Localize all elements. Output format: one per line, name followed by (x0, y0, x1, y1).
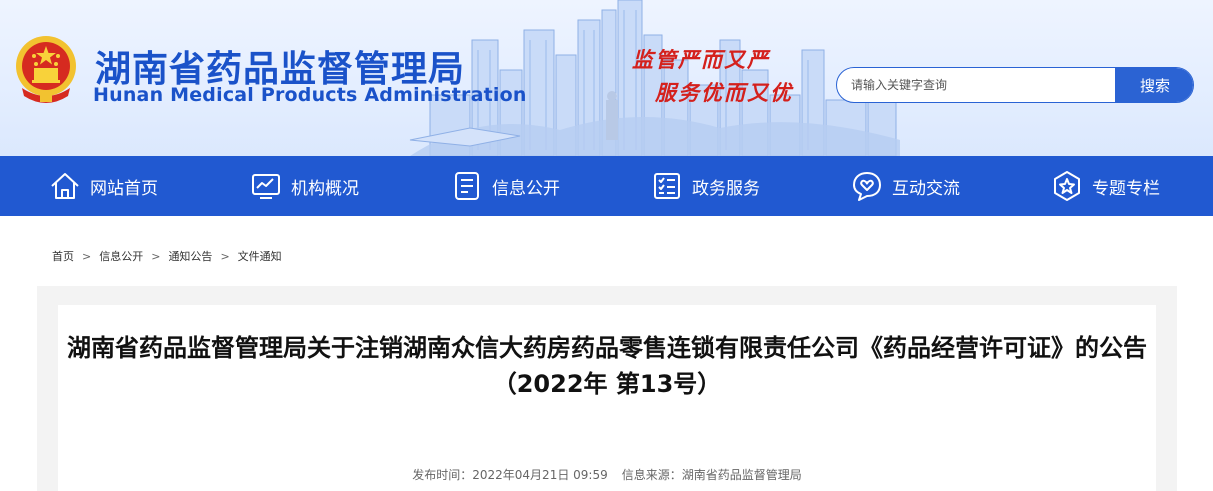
nav-item-label: 政务服务 (692, 178, 760, 199)
publish-time-label: 发布时间： (412, 468, 473, 482)
breadcrumb: 首页 > 信息公开 > 通知公告 > 文件通知 (52, 248, 282, 264)
breadcrumb-info[interactable]: 信息公开 (99, 250, 143, 263)
nav-item-services[interactable]: 政务服务 (650, 156, 760, 216)
header-banner: 湖南省药品监督管理局 Hunan Medical Products Admini… (0, 0, 1213, 156)
publish-time: 2022年04月21日 09:59 (472, 468, 608, 482)
slogan-line-1: 监管严而又严 (632, 47, 770, 72)
breadcrumb-notices[interactable]: 通知公告 (168, 250, 212, 263)
nav-item-home[interactable]: 网站首页 (48, 156, 158, 216)
breadcrumb-separator: > (151, 250, 161, 263)
article-title: 湖南省药品监督管理局关于注销湖南众信大药房药品零售连锁有限责任公司《药品经营许可… (67, 334, 1147, 398)
checklist-icon (654, 173, 680, 199)
nav-item-label: 互动交流 (892, 178, 960, 199)
slogan-line-2: 服务优而又优 (655, 80, 793, 105)
breadcrumb-home[interactable]: 首页 (52, 250, 74, 263)
article-meta: 发布时间：2022年04月21日 09:59 信息来源：湖南省药品监督管理局 (58, 466, 1156, 483)
breadcrumb-separator: > (220, 250, 230, 263)
source: 湖南省药品监督管理局 (681, 468, 802, 482)
nav-item-about[interactable]: 机构概况 (249, 156, 359, 216)
chat-heart-icon (853, 172, 881, 201)
nav-item-interaction[interactable]: 互动交流 (850, 156, 960, 216)
nav-item-label: 信息公开 (492, 178, 560, 199)
search-input[interactable] (837, 68, 1115, 102)
nav-item-topics[interactable]: 专题专栏 (1050, 156, 1160, 216)
site-subtitle: Hunan Medical Products Administration (93, 84, 527, 106)
nav-item-info[interactable]: 信息公开 (450, 156, 560, 216)
document-icon (455, 172, 479, 200)
nav-item-label: 机构概况 (291, 178, 359, 199)
source-label: 信息来源： (621, 468, 682, 482)
nav-item-label: 网站首页 (90, 178, 158, 199)
chart-monitor-icon (252, 174, 280, 199)
breadcrumb-separator: > (82, 250, 92, 263)
national-emblem-icon (16, 36, 76, 103)
search-button[interactable]: 搜索 (1115, 68, 1193, 102)
home-icon (51, 173, 79, 199)
main-nav: 网站首页 机构概况 信息公开 政务服务 互动交流 专题专栏 (0, 156, 1213, 216)
star-badge-icon (1054, 171, 1080, 201)
breadcrumb-documents[interactable]: 文件通知 (238, 250, 282, 263)
nav-item-label: 专题专栏 (1092, 178, 1160, 199)
search-box: 搜索 (836, 67, 1194, 103)
